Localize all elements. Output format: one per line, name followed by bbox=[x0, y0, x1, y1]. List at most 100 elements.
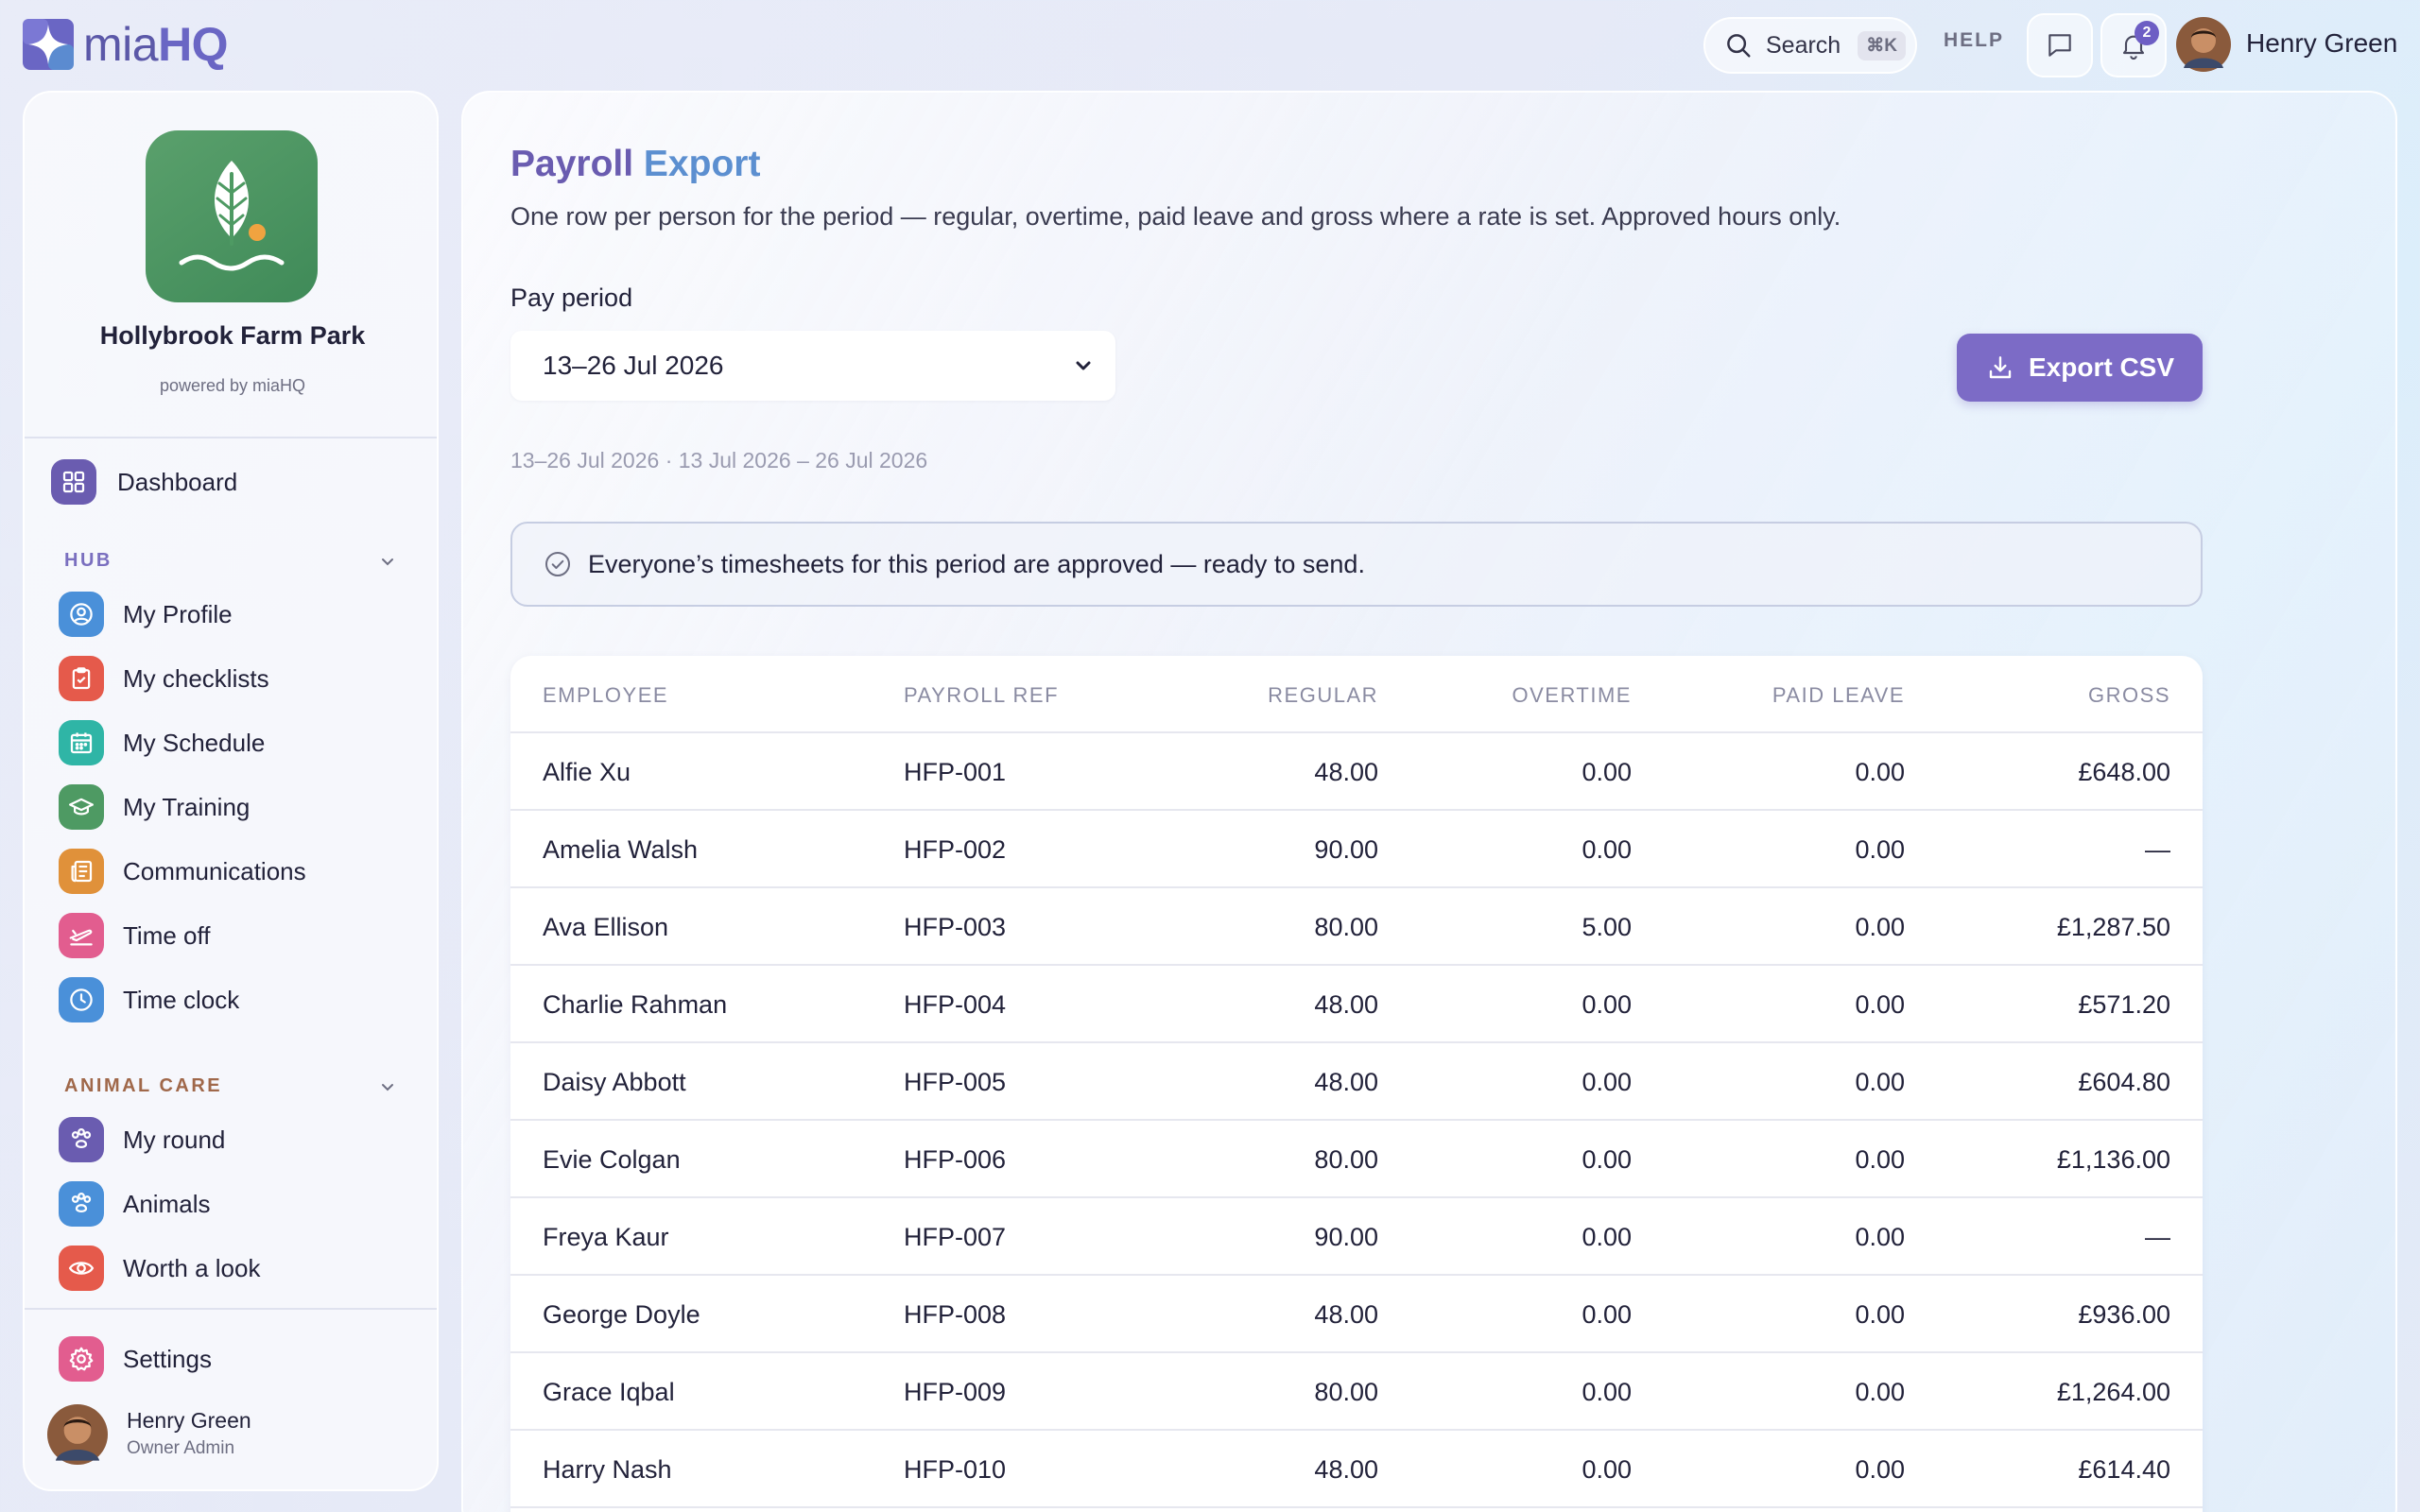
notification-badge: 2 bbox=[2135, 21, 2159, 45]
top-bar: miaHQ Search ⌘K HELP 2 Henry Green bbox=[0, 0, 2420, 91]
page-title-part2: Export bbox=[643, 144, 761, 184]
cell-overtime: 0.00 bbox=[1582, 1455, 1632, 1484]
gear-icon bbox=[59, 1336, 104, 1382]
nav-dashboard[interactable]: Dashboard bbox=[51, 459, 237, 505]
cell-payroll-ref: HFP-008 bbox=[904, 1300, 1007, 1329]
table-header: EMPLOYEE PAYROLL REF REGULAR OVERTIME PA… bbox=[510, 656, 2203, 733]
section-header-hub: HUB bbox=[64, 550, 112, 571]
sidebar-user-avatar[interactable] bbox=[47, 1404, 108, 1465]
chevron-down-icon[interactable] bbox=[376, 550, 399, 573]
cell-overtime: 5.00 bbox=[1582, 913, 1632, 941]
page-subtitle: One row per person for the period — regu… bbox=[510, 202, 1841, 231]
sidebar-user-name[interactable]: Henry Green bbox=[127, 1408, 251, 1434]
search-label: Search bbox=[1766, 31, 1841, 59]
column-header-gross[interactable]: GROSS bbox=[2088, 656, 2170, 733]
cell-overtime: 0.00 bbox=[1582, 1145, 1632, 1174]
nav-label: Worth a look bbox=[123, 1253, 261, 1282]
notifications-button[interactable]: 2 bbox=[2100, 13, 2167, 77]
column-header-employee[interactable]: EMPLOYEE bbox=[543, 656, 668, 733]
column-header-regular[interactable]: REGULAR bbox=[1268, 656, 1378, 733]
nav-time-off[interactable]: Time off bbox=[59, 913, 210, 958]
table-row[interactable]: Alfie Xu HFP-001 48.00 0.00 0.00 £648.00 bbox=[510, 733, 2203, 811]
cell-overtime: 0.00 bbox=[1582, 990, 1632, 1019]
user-name[interactable]: Henry Green bbox=[2246, 28, 2397, 59]
clock-icon bbox=[59, 977, 104, 1022]
cell-paid-leave: 0.00 bbox=[1855, 1378, 1905, 1406]
pay-period-select[interactable]: 13–26 Jul 2026 bbox=[510, 331, 1115, 401]
pay-period-value: 13–26 Jul 2026 bbox=[543, 351, 724, 380]
help-link[interactable]: HELP bbox=[1944, 29, 2004, 52]
nav-label: Time clock bbox=[123, 985, 240, 1014]
table-row[interactable]: Ava Ellison HFP-003 80.00 5.00 0.00 £1,287.50 bbox=[510, 888, 2203, 966]
page-title-part1: Payroll bbox=[510, 144, 634, 184]
cell-paid-leave: 0.00 bbox=[1855, 835, 1905, 864]
nav-my-round[interactable]: My round bbox=[59, 1117, 225, 1162]
column-header-payroll-ref[interactable]: PAYROLL REF bbox=[904, 656, 1059, 733]
nav-my-training[interactable]: My Training bbox=[59, 784, 250, 830]
cell-gross: £1,136.00 bbox=[2056, 1145, 2170, 1174]
nav-worth-a-look[interactable]: Worth a look bbox=[59, 1246, 260, 1291]
search-icon bbox=[1727, 34, 1751, 58]
nav-my-profile[interactable]: My Profile bbox=[59, 592, 233, 637]
cell-overtime: 0.00 bbox=[1582, 1223, 1632, 1251]
nav-animals[interactable]: Animals bbox=[59, 1181, 210, 1227]
paw-icon bbox=[59, 1117, 104, 1162]
column-header-overtime[interactable]: OVERTIME bbox=[1512, 656, 1632, 733]
app-logo[interactable]: miaHQ bbox=[21, 17, 229, 72]
table-row[interactable]: Grace Iqbal HFP-009 80.00 0.00 0.00 £1,264.00 bbox=[510, 1353, 2203, 1431]
table-row[interactable]: Freya Kaur HFP-007 90.00 0.00 0.00 — bbox=[510, 1198, 2203, 1276]
nav-communications[interactable]: Communications bbox=[59, 849, 306, 894]
approval-status-text: Everyone’s timesheets for this period ar… bbox=[588, 549, 1365, 578]
cell-paid-leave: 0.00 bbox=[1855, 1145, 1905, 1174]
messages-button[interactable] bbox=[2027, 13, 2093, 77]
approval-status-banner: Everyone’s timesheets for this period ar… bbox=[510, 522, 2203, 607]
cell-gross: £936.00 bbox=[2078, 1300, 2170, 1329]
table-row[interactable]: Amelia Walsh HFP-002 90.00 0.00 0.00 — bbox=[510, 811, 2203, 888]
cell-regular: 48.00 bbox=[1314, 1455, 1378, 1484]
user-avatar[interactable] bbox=[2176, 17, 2231, 72]
app-name-part2: HQ bbox=[158, 18, 229, 71]
cell-payroll-ref: HFP-004 bbox=[904, 990, 1007, 1019]
table-row[interactable]: Charlie Rahman HFP-004 48.00 0.00 0.00 £571.2… bbox=[510, 966, 2203, 1043]
table-row[interactable]: George Doyle HFP-008 48.00 0.00 0.00 £936.00 bbox=[510, 1276, 2203, 1353]
cell-regular: 80.00 bbox=[1314, 913, 1378, 941]
nav-label: Animals bbox=[123, 1189, 211, 1218]
chat-icon bbox=[2048, 34, 2071, 57]
nav-label: My Training bbox=[123, 792, 251, 821]
eye-icon bbox=[59, 1246, 104, 1291]
paw-icon bbox=[59, 1181, 104, 1227]
cell-paid-leave: 0.00 bbox=[1855, 913, 1905, 941]
table-row[interactable]: Daisy Abbott HFP-005 48.00 0.00 0.00 £604.80 bbox=[510, 1043, 2203, 1121]
divider bbox=[25, 1308, 437, 1310]
nav-my-schedule[interactable]: My Schedule bbox=[59, 720, 265, 765]
cell-payroll-ref: HFP-003 bbox=[904, 913, 1007, 941]
nav-label: My Profile bbox=[123, 599, 233, 628]
app-name-part1: mia bbox=[83, 18, 159, 71]
cell-regular: 48.00 bbox=[1314, 990, 1378, 1019]
calendar-icon bbox=[59, 720, 104, 765]
sidebar: Hollybrook Farm Park powered by miaHQ Da… bbox=[23, 91, 439, 1491]
newspaper-icon bbox=[59, 849, 104, 894]
cell-regular: 90.00 bbox=[1314, 1223, 1378, 1251]
nav-my-checklists[interactable]: My checklists bbox=[59, 656, 269, 701]
cell-gross: £1,264.00 bbox=[2056, 1378, 2170, 1406]
cell-employee: Freya Kaur bbox=[543, 1223, 669, 1251]
cell-payroll-ref: HFP-005 bbox=[904, 1068, 1007, 1096]
column-header-paid-leave[interactable]: PAID LEAVE bbox=[1772, 656, 1905, 733]
export-csv-button[interactable]: Export CSV bbox=[1957, 334, 2203, 402]
table-row[interactable]: Evie Colgan HFP-006 80.00 0.00 0.00 £1,136.00 bbox=[510, 1121, 2203, 1198]
cell-employee: Daisy Abbott bbox=[543, 1068, 686, 1096]
cell-employee: Grace Iqbal bbox=[543, 1378, 675, 1406]
search-button[interactable]: Search ⌘K bbox=[1703, 17, 1917, 74]
cell-payroll-ref: HFP-006 bbox=[904, 1145, 1007, 1174]
nav-time-clock[interactable]: Time clock bbox=[59, 977, 239, 1022]
chevron-down-icon[interactable] bbox=[376, 1075, 399, 1098]
graduation-cap-icon bbox=[59, 784, 104, 830]
cell-gross: £1,287.50 bbox=[2056, 913, 2170, 941]
table-row[interactable]: Harry Nash HFP-010 48.00 0.00 0.00 £614.40 bbox=[510, 1431, 2203, 1508]
nav-label: Dashboard bbox=[117, 467, 238, 496]
period-range-text: 13–26 Jul 2026 · 13 Jul 2026 – 26 Jul 20… bbox=[510, 448, 928, 472]
clipboard-check-icon bbox=[59, 656, 104, 701]
cell-employee: Charlie Rahman bbox=[543, 990, 728, 1019]
nav-settings[interactable]: Settings bbox=[59, 1336, 212, 1382]
